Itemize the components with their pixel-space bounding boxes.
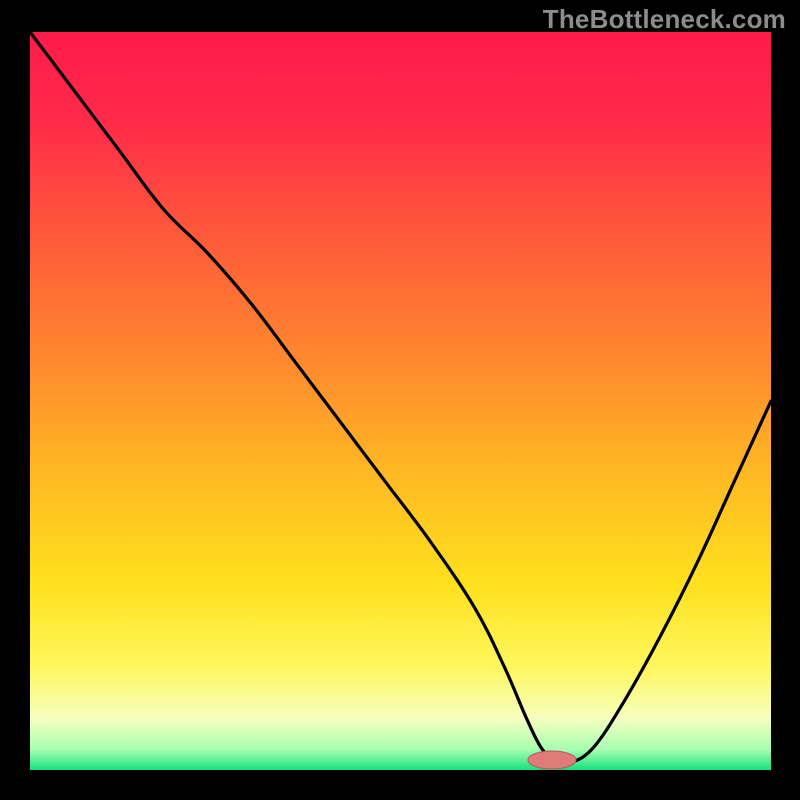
watermark-text: TheBottleneck.com <box>543 4 786 35</box>
bottleneck-chart <box>0 0 800 800</box>
chart-frame: { "watermark": "TheBottleneck.com", "col… <box>0 0 800 800</box>
optimal-marker <box>528 751 576 769</box>
plot-background <box>30 32 771 770</box>
